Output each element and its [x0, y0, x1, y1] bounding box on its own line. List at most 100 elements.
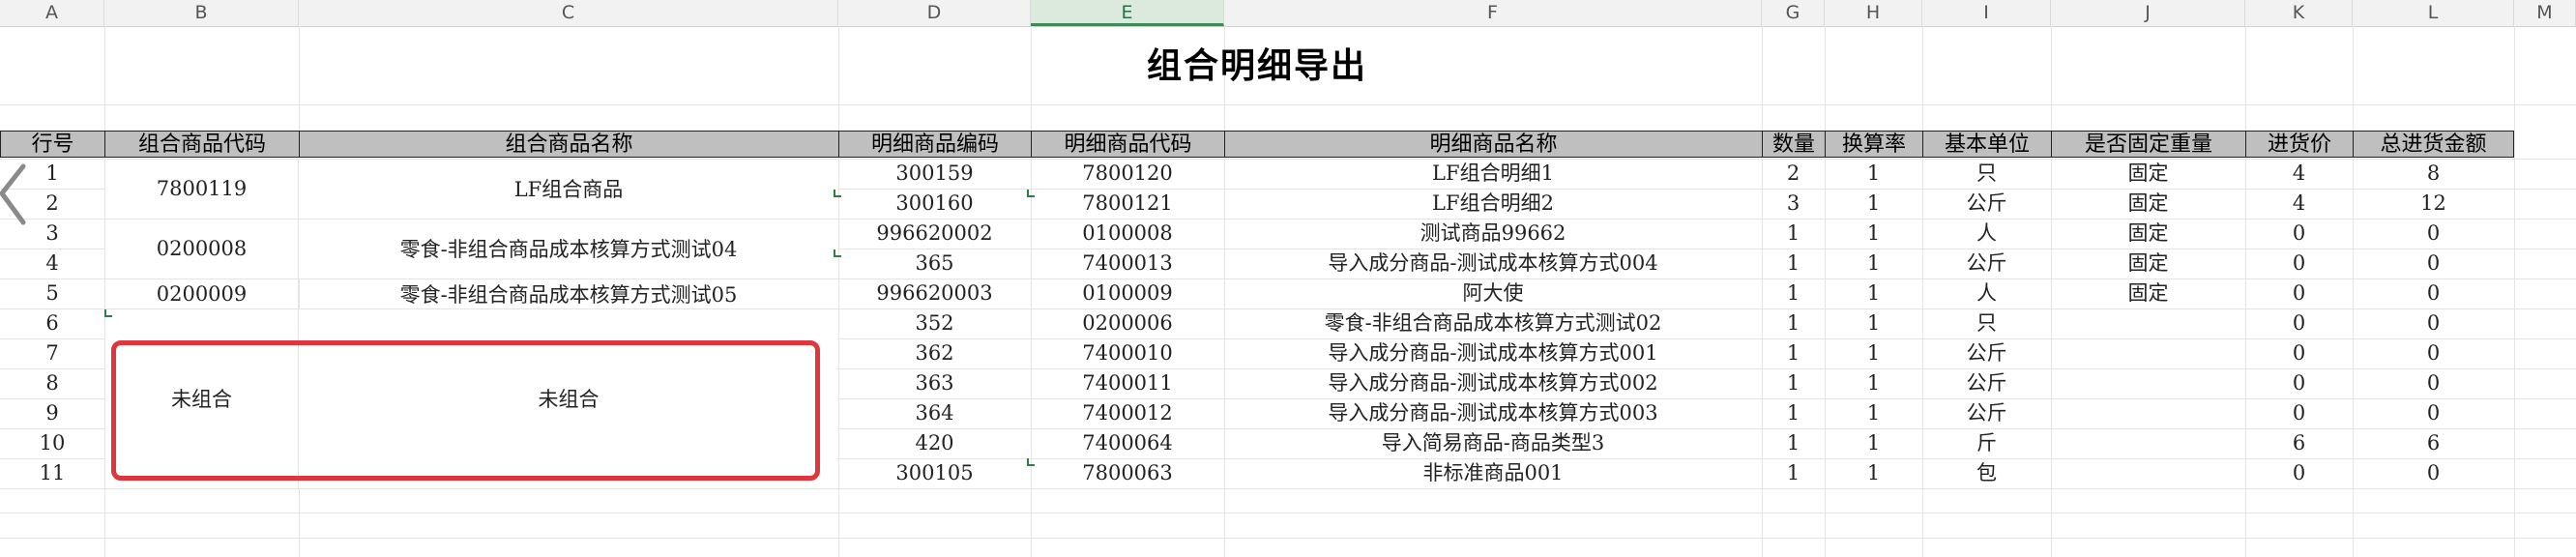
- conversion-rate-cell[interactable]: 1: [1825, 159, 1922, 189]
- base-unit-cell[interactable]: 公斤: [1922, 249, 2051, 278]
- row-number-cell[interactable]: 4: [0, 249, 104, 278]
- conversion-rate-cell[interactable]: 1: [1825, 338, 1922, 368]
- total-amount-cell[interactable]: 0: [2353, 249, 2514, 278]
- column-header-h[interactable]: H: [1825, 0, 1922, 26]
- base-unit-cell[interactable]: 公斤: [1922, 368, 2051, 398]
- conversion-rate-cell[interactable]: 1: [1825, 398, 1922, 428]
- conversion-rate-cell[interactable]: 1: [1825, 428, 1922, 458]
- row-number-cell[interactable]: 7: [0, 338, 104, 368]
- column-header-f[interactable]: F: [1224, 0, 1762, 26]
- header-base-unit[interactable]: 基本单位: [1922, 131, 2051, 158]
- total-amount-cell[interactable]: 8: [2353, 159, 2514, 189]
- fixed-weight-cell[interactable]: 固定: [2051, 249, 2245, 278]
- combo-name-cell[interactable]: 零食-非组合商品成本核算方式测试04: [299, 219, 838, 278]
- detail-name-cell[interactable]: LF组合明细2: [1224, 189, 1762, 219]
- detail-name-cell[interactable]: LF组合明细1: [1224, 159, 1762, 189]
- row-number-cell[interactable]: 5: [0, 278, 104, 308]
- detail-code-cell[interactable]: 365: [838, 249, 1031, 278]
- fixed-weight-cell[interactable]: [2051, 458, 2245, 488]
- quantity-cell[interactable]: 2: [1762, 159, 1825, 189]
- detail-id-cell[interactable]: 7800120: [1031, 159, 1224, 189]
- base-unit-cell[interactable]: 包: [1922, 458, 2051, 488]
- base-unit-cell[interactable]: 人: [1922, 278, 2051, 308]
- header-conversion-rate[interactable]: 换算率: [1825, 131, 1922, 158]
- total-amount-cell[interactable]: 0: [2353, 338, 2514, 368]
- detail-code-cell[interactable]: 352: [838, 308, 1031, 338]
- detail-name-cell[interactable]: 导入成分商品-测试成本核算方式002: [1224, 368, 1762, 398]
- combo-code-cell[interactable]: 7800119: [104, 159, 299, 219]
- base-unit-cell[interactable]: 公斤: [1922, 338, 2051, 368]
- quantity-cell[interactable]: 1: [1762, 398, 1825, 428]
- base-unit-cell[interactable]: 人: [1922, 219, 2051, 249]
- purchase-price-cell[interactable]: 0: [2245, 338, 2353, 368]
- total-amount-cell[interactable]: 12: [2353, 189, 2514, 219]
- conversion-rate-cell[interactable]: 1: [1825, 308, 1922, 338]
- fixed-weight-cell[interactable]: 固定: [2051, 159, 2245, 189]
- header-fixed-weight[interactable]: 是否固定重量: [2051, 131, 2245, 158]
- purchase-price-cell[interactable]: 0: [2245, 458, 2353, 488]
- column-header-l[interactable]: L: [2353, 0, 2514, 26]
- header-detail-id[interactable]: 明细商品代码: [1031, 131, 1224, 158]
- conversion-rate-cell[interactable]: 1: [1825, 249, 1922, 278]
- detail-code-cell[interactable]: 300160: [838, 189, 1031, 219]
- quantity-cell[interactable]: 1: [1762, 249, 1825, 278]
- fixed-weight-cell[interactable]: [2051, 428, 2245, 458]
- total-amount-cell[interactable]: 6: [2353, 428, 2514, 458]
- total-amount-cell[interactable]: 0: [2353, 219, 2514, 249]
- purchase-price-cell[interactable]: 4: [2245, 159, 2353, 189]
- conversion-rate-cell[interactable]: 1: [1825, 458, 1922, 488]
- combo-code-cell[interactable]: 0200009: [104, 278, 299, 308]
- header-combo-code[interactable]: 组合商品代码: [104, 131, 299, 158]
- combo-name-cell[interactable]: 零食-非组合商品成本核算方式测试05: [299, 278, 838, 308]
- header-total-amount[interactable]: 总进货金额: [2353, 131, 2514, 158]
- quantity-cell[interactable]: 1: [1762, 338, 1825, 368]
- back-chevron-icon[interactable]: [0, 162, 29, 230]
- detail-code-cell[interactable]: 420: [838, 428, 1031, 458]
- column-header-b[interactable]: B: [104, 0, 299, 26]
- quantity-cell[interactable]: 1: [1762, 428, 1825, 458]
- column-header-d[interactable]: D: [838, 0, 1031, 26]
- header-detail-name[interactable]: 明细商品名称: [1224, 131, 1762, 158]
- total-amount-cell[interactable]: 0: [2353, 368, 2514, 398]
- column-header-c[interactable]: C: [299, 0, 838, 26]
- total-amount-cell[interactable]: 0: [2353, 398, 2514, 428]
- quantity-cell[interactable]: 1: [1762, 278, 1825, 308]
- column-header-e-selected[interactable]: E: [1031, 0, 1224, 26]
- purchase-price-cell[interactable]: 0: [2245, 398, 2353, 428]
- combo-code-cell[interactable]: 0200008: [104, 219, 299, 278]
- detail-id-cell[interactable]: 0100008: [1031, 219, 1224, 249]
- purchase-price-cell[interactable]: 0: [2245, 219, 2353, 249]
- fixed-weight-cell[interactable]: [2051, 398, 2245, 428]
- header-quantity[interactable]: 数量: [1762, 131, 1825, 158]
- combo-name-cell[interactable]: LF组合商品: [299, 159, 838, 219]
- base-unit-cell[interactable]: 公斤: [1922, 189, 2051, 219]
- row-number-cell[interactable]: 9: [0, 398, 104, 428]
- header-row-number[interactable]: 行号: [0, 131, 104, 158]
- detail-code-cell[interactable]: 362: [838, 338, 1031, 368]
- conversion-rate-cell[interactable]: 1: [1825, 278, 1922, 308]
- quantity-cell[interactable]: 1: [1762, 458, 1825, 488]
- fixed-weight-cell[interactable]: [2051, 368, 2245, 398]
- detail-id-cell[interactable]: 7800121: [1031, 189, 1224, 219]
- quantity-cell[interactable]: 3: [1762, 189, 1825, 219]
- detail-code-cell[interactable]: 996620003: [838, 278, 1031, 308]
- purchase-price-cell[interactable]: 0: [2245, 249, 2353, 278]
- detail-id-cell[interactable]: 7400010: [1031, 338, 1224, 368]
- conversion-rate-cell[interactable]: 1: [1825, 368, 1922, 398]
- purchase-price-cell[interactable]: 0: [2245, 308, 2353, 338]
- detail-name-cell[interactable]: 导入成分商品-测试成本核算方式004: [1224, 249, 1762, 278]
- detail-id-cell[interactable]: 7400064: [1031, 428, 1224, 458]
- quantity-cell[interactable]: 1: [1762, 219, 1825, 249]
- detail-name-cell[interactable]: 零食-非组合商品成本核算方式测试02: [1224, 308, 1762, 338]
- detail-code-cell[interactable]: 363: [838, 368, 1031, 398]
- total-amount-cell[interactable]: 0: [2353, 458, 2514, 488]
- total-amount-cell[interactable]: 0: [2353, 278, 2514, 308]
- detail-code-cell[interactable]: 996620002: [838, 219, 1031, 249]
- detail-name-cell[interactable]: 导入简易商品-商品类型3: [1224, 428, 1762, 458]
- row-number-cell[interactable]: 6: [0, 308, 104, 338]
- base-unit-cell[interactable]: 斤: [1922, 428, 2051, 458]
- column-header-a[interactable]: A: [0, 0, 104, 26]
- detail-id-cell[interactable]: 7800063: [1031, 458, 1224, 488]
- conversion-rate-cell[interactable]: 1: [1825, 219, 1922, 249]
- detail-code-cell[interactable]: 300159: [838, 159, 1031, 189]
